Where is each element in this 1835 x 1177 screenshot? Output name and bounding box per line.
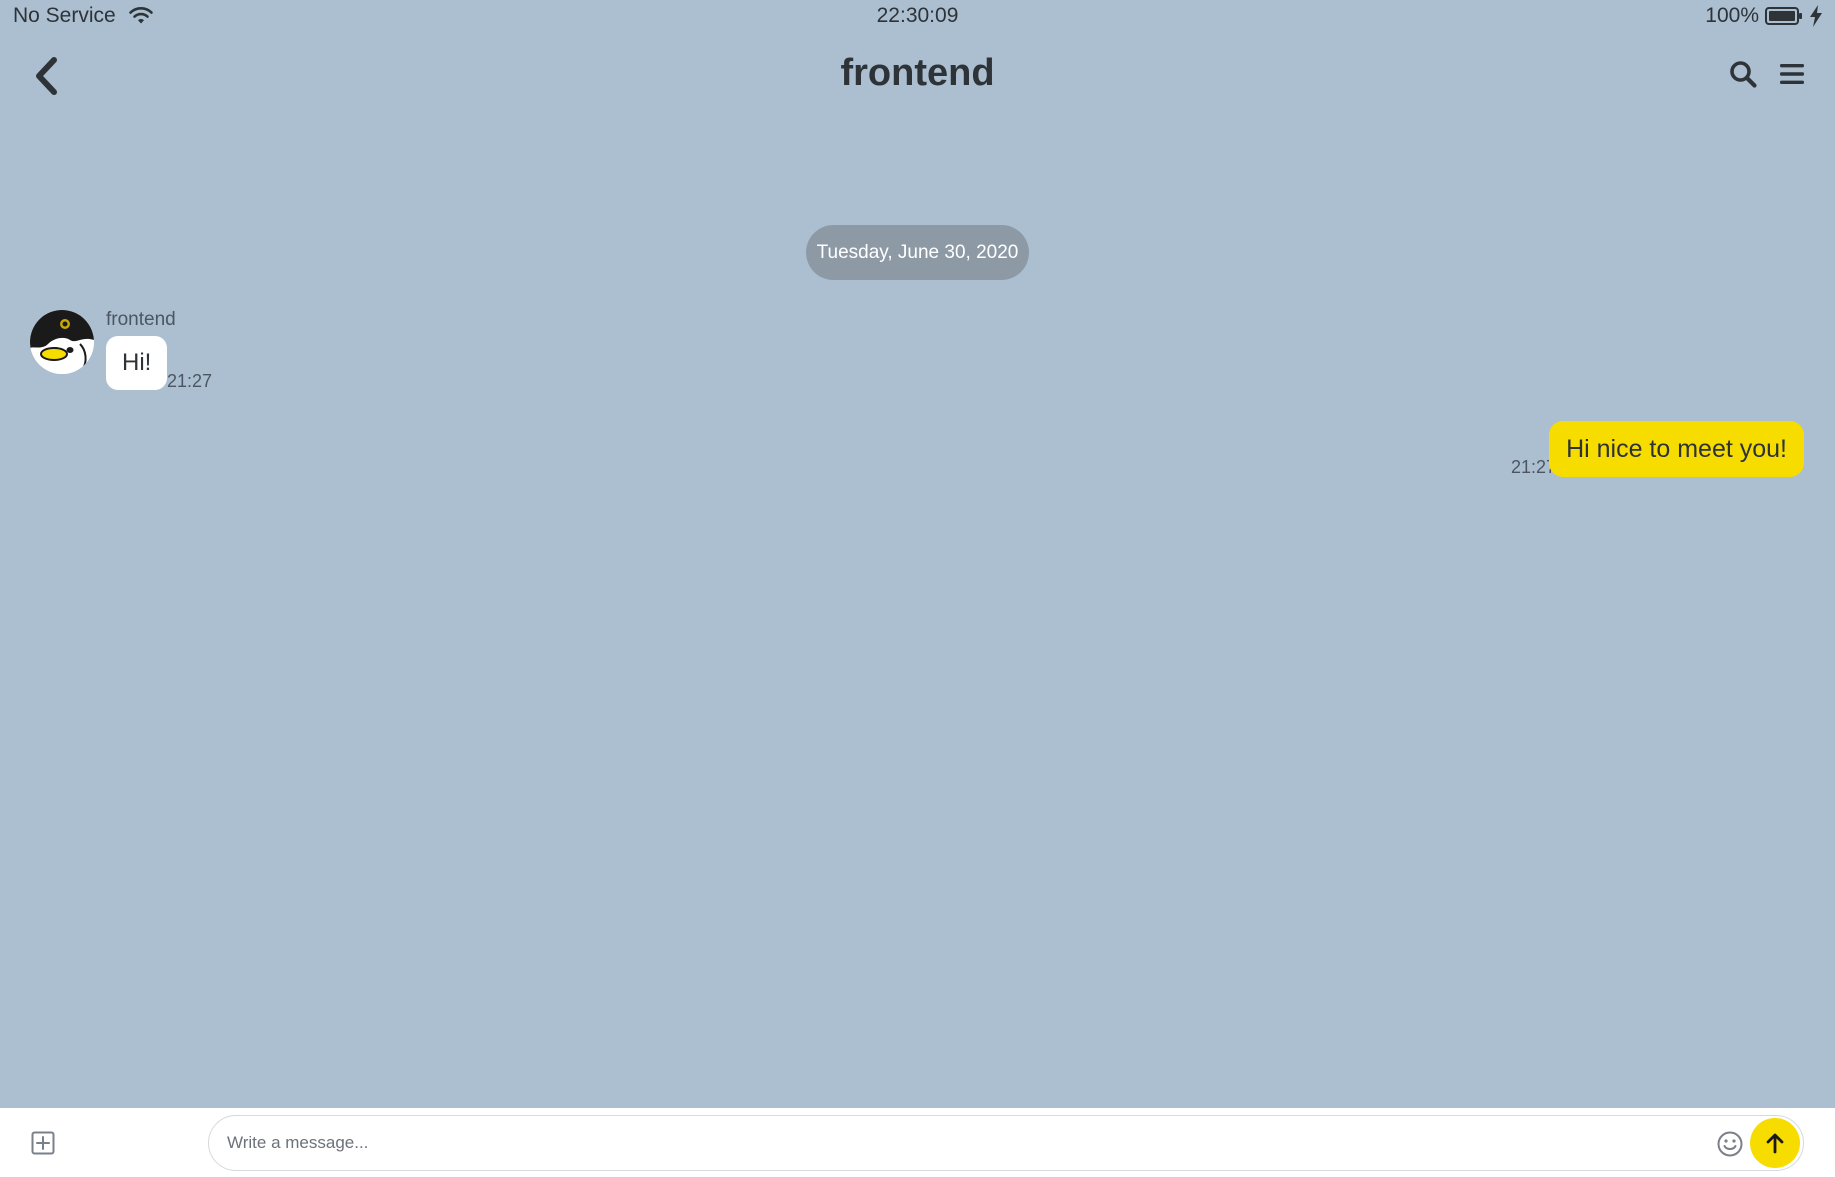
avatar[interactable] [30, 310, 94, 374]
attach-button[interactable] [30, 1130, 56, 1156]
arrow-up-icon [1766, 1133, 1784, 1154]
message-text: Hi nice to meet you! [1566, 434, 1787, 463]
chat-title: frontend [840, 52, 995, 94]
smiley-icon [1717, 1131, 1743, 1157]
message-sender-name: frontend [106, 309, 176, 330]
message-input[interactable] [227, 1126, 1707, 1160]
search-icon [1730, 61, 1757, 88]
message-timestamp: 21:27 [167, 371, 213, 391]
charging-bolt-icon [1809, 5, 1823, 27]
date-separator: Tuesday, June 30, 2020 [806, 225, 1029, 280]
plus-square-icon [31, 1131, 55, 1155]
battery-icon [1765, 6, 1803, 26]
message-field [208, 1115, 1804, 1171]
chat-header: frontend [0, 34, 1835, 114]
menu-button[interactable] [1775, 56, 1809, 92]
hamburger-menu-icon [1780, 64, 1804, 84]
message-composer [0, 1108, 1835, 1177]
penguin-avatar-icon [30, 310, 94, 374]
search-button[interactable] [1726, 56, 1760, 92]
send-button[interactable] [1750, 1118, 1800, 1168]
battery-percentage: 100% [1705, 4, 1759, 27]
status-bar-time: 22:30:09 [876, 4, 959, 27]
status-bar-right: 100% [1705, 4, 1823, 28]
status-bar: No Service 22:30:09 100% [0, 0, 1835, 34]
incoming-message-bubble[interactable]: Hi! [106, 336, 168, 390]
message-text: Hi! [122, 349, 152, 376]
outgoing-message-bubble[interactable]: Hi nice to meet you! [1549, 421, 1804, 477]
emoji-button[interactable] [1715, 1129, 1745, 1159]
